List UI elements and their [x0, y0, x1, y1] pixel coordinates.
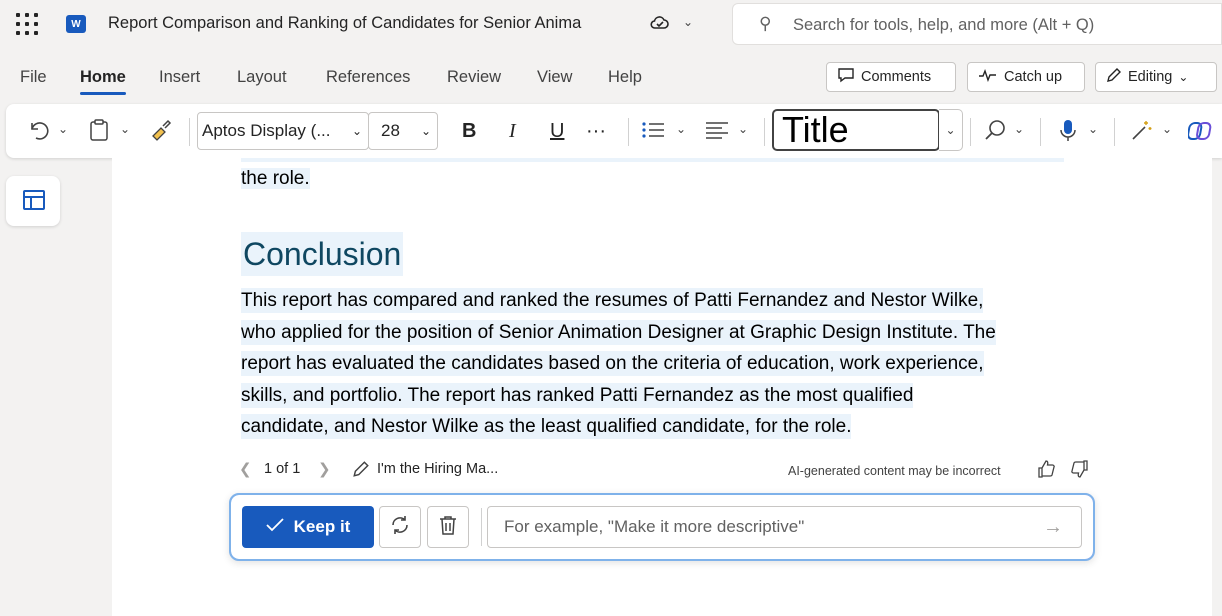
- navigation-pane-button[interactable]: [6, 176, 60, 226]
- previous-paragraph-tail: the role.: [241, 168, 310, 190]
- styles-gallery[interactable]: Title: [772, 109, 940, 151]
- copilot-icon[interactable]: [1187, 118, 1214, 151]
- tab-insert[interactable]: Insert: [159, 68, 200, 87]
- italic-button[interactable]: I: [509, 118, 516, 144]
- document-page[interactable]: the role. Conclusion This report has com…: [112, 158, 1212, 616]
- separator: [764, 118, 765, 146]
- align-icon[interactable]: [704, 118, 730, 149]
- search-placeholder: Search for tools, help, and more (Alt + …: [793, 16, 1095, 34]
- regenerate-button[interactable]: [379, 506, 421, 548]
- separator: [1114, 118, 1115, 146]
- chevron-down-icon: ⌄: [1178, 70, 1189, 84]
- editing-label: Editing: [1128, 69, 1173, 85]
- dictate-microphone-icon[interactable]: [1058, 118, 1078, 151]
- pulse-icon: [978, 68, 998, 86]
- previous-tail-text: the role.: [241, 168, 310, 189]
- editing-mode-button[interactable]: Editing ⌄: [1095, 62, 1217, 92]
- chevron-down-icon[interactable]: ⌄: [58, 122, 68, 136]
- separator: [970, 118, 971, 146]
- editor-wand-icon[interactable]: [1130, 118, 1154, 149]
- chevron-right-icon[interactable]: ❯: [318, 460, 331, 478]
- tab-references[interactable]: References: [326, 68, 410, 87]
- chevron-down-icon[interactable]: ⌄: [1088, 122, 1098, 136]
- chevron-down-icon[interactable]: ⌄: [939, 109, 963, 151]
- ai-meta-row: ❮ 1 of 1 ❯ I'm the Hiring Ma... AI-gener…: [112, 460, 1212, 480]
- separator: [481, 508, 482, 546]
- title-bar: W Report Comparison and Ranking of Candi…: [0, 0, 1222, 48]
- refine-prompt-input[interactable]: For example, "Make it more descriptive" …: [487, 506, 1082, 548]
- menu-bar: File Home Insert Layout References Revie…: [0, 58, 1222, 98]
- chevron-down-icon[interactable]: ⌄: [1162, 122, 1172, 136]
- search-icon: ⚲: [759, 14, 772, 33]
- chevron-down-icon: ⌄: [351, 124, 362, 138]
- chevron-down-icon[interactable]: ⌄: [683, 15, 693, 29]
- thumbs-up-icon[interactable]: [1036, 459, 1056, 483]
- chevron-left-icon[interactable]: ❮: [239, 460, 252, 478]
- font-name-value: Aptos Display (...: [202, 121, 331, 140]
- paragraph-line: This report has compared and ranked the …: [241, 288, 984, 313]
- result-pager: 1 of 1: [264, 461, 301, 477]
- keep-it-label: Keep it: [293, 517, 351, 536]
- ribbon-toolbar: ⌄ ⌄ Aptos Display (... ⌄ 28 ⌄ B I U ··· …: [6, 104, 1222, 158]
- separator: [189, 118, 190, 146]
- paragraph-line: who applied for the position of Senior A…: [241, 319, 996, 345]
- conclusion-heading[interactable]: Conclusion: [241, 232, 404, 276]
- tab-help[interactable]: Help: [608, 68, 642, 87]
- paragraph-line: candidate, and Nestor Wilke as the least…: [241, 414, 852, 439]
- find-icon[interactable]: [984, 118, 1008, 149]
- bullet-list-icon[interactable]: [640, 118, 666, 149]
- paste-icon[interactable]: [88, 118, 110, 149]
- checkmark-icon: [266, 517, 284, 537]
- ai-disclaimer: AI-generated content may be incorrect: [788, 464, 1001, 478]
- bold-button[interactable]: B: [462, 118, 476, 144]
- undo-icon[interactable]: [26, 118, 50, 149]
- trash-icon: [438, 514, 458, 541]
- refresh-icon: [389, 514, 411, 541]
- font-name-dropdown[interactable]: Aptos Display (... ⌄: [197, 112, 369, 150]
- keep-it-button[interactable]: Keep it: [242, 506, 374, 548]
- search-box[interactable]: ⚲ Search for tools, help, and more (Alt …: [732, 3, 1222, 45]
- catch-up-label: Catch up: [1004, 69, 1063, 85]
- tab-layout[interactable]: Layout: [237, 68, 287, 87]
- app-launcher-icon[interactable]: [16, 13, 38, 35]
- catch-up-button[interactable]: Catch up: [967, 62, 1085, 92]
- saved-status-icon[interactable]: [650, 13, 670, 35]
- chevron-down-icon[interactable]: ⌄: [676, 122, 686, 136]
- conclusion-paragraph[interactable]: This report has compared and ranked the …: [241, 285, 1101, 443]
- tab-review[interactable]: Review: [447, 68, 501, 87]
- separator: [628, 118, 629, 146]
- discard-button[interactable]: [427, 506, 469, 548]
- thumbs-down-icon[interactable]: [1070, 459, 1090, 483]
- ai-action-panel: Keep it For example, "Make it more descr…: [229, 493, 1095, 561]
- separator: [1040, 118, 1041, 146]
- comment-icon: [837, 67, 855, 87]
- document-title[interactable]: Report Comparison and Ranking of Candida…: [108, 14, 581, 33]
- chevron-down-icon[interactable]: ⌄: [1014, 122, 1024, 136]
- comments-label: Comments: [861, 69, 932, 85]
- font-size-dropdown[interactable]: 28 ⌄: [368, 112, 438, 150]
- tab-view[interactable]: View: [537, 68, 572, 87]
- chevron-down-icon[interactable]: ⌄: [738, 122, 748, 136]
- format-painter-icon[interactable]: [149, 118, 173, 149]
- paragraph-line: report has evaluated the candidates base…: [241, 351, 984, 376]
- tab-home[interactable]: Home: [80, 68, 126, 95]
- word-logo-icon: W: [66, 15, 86, 33]
- paragraph-line: skills, and portfolio. The report has ra…: [241, 382, 914, 408]
- pencil-icon: [1106, 67, 1122, 87]
- prompt-summary[interactable]: I'm the Hiring Ma...: [377, 461, 498, 477]
- font-size-value: 28: [381, 121, 400, 140]
- chevron-down-icon: ⌄: [420, 124, 431, 138]
- tab-file[interactable]: File: [20, 68, 47, 87]
- more-options-button[interactable]: ···: [586, 118, 606, 144]
- comments-button[interactable]: Comments: [826, 62, 956, 92]
- pencil-icon[interactable]: [352, 460, 370, 482]
- previous-line-highlight: [241, 158, 1064, 162]
- send-arrow-icon[interactable]: →: [1043, 516, 1063, 539]
- navigation-pane-icon: [23, 190, 45, 210]
- underline-button[interactable]: U: [550, 118, 564, 144]
- chevron-down-icon[interactable]: ⌄: [120, 122, 130, 136]
- refine-prompt-placeholder: For example, "Make it more descriptive": [504, 517, 805, 536]
